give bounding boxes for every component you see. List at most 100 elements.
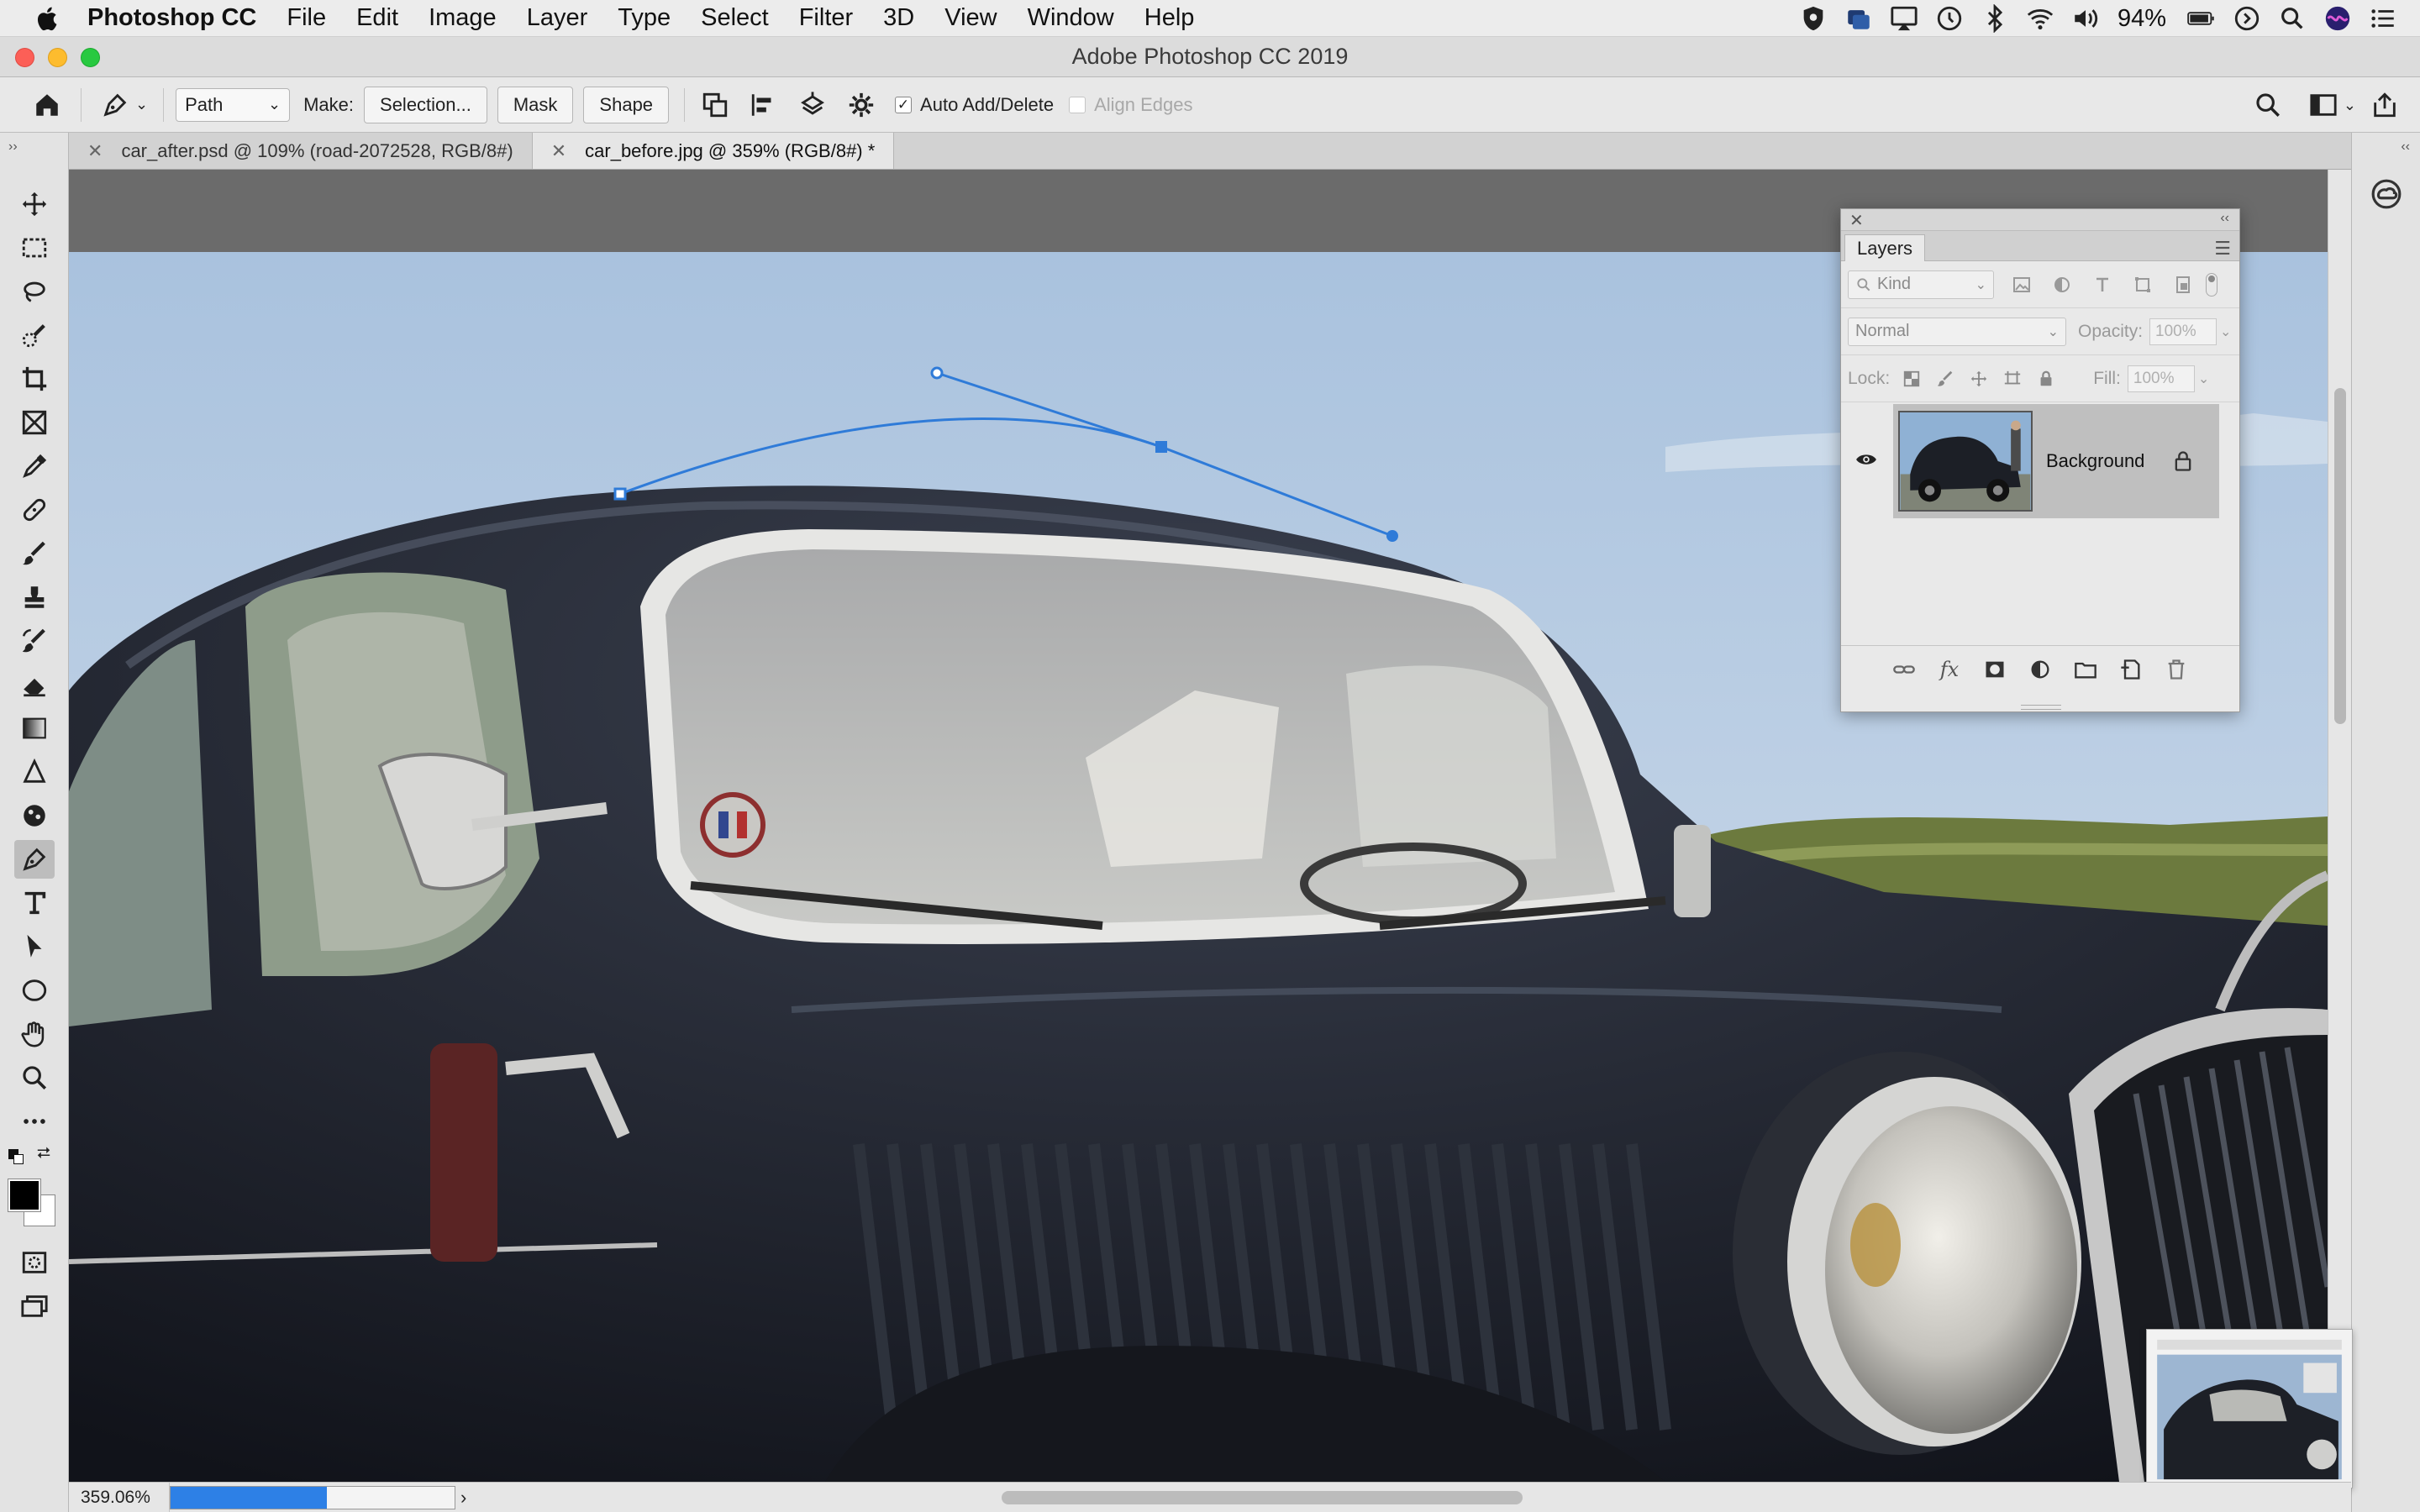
zoom-window-button[interactable] [81,48,100,67]
libraries-icon[interactable] [2367,175,2406,213]
home-icon[interactable] [29,87,66,123]
siri-icon[interactable] [2321,2,2354,35]
menu-select[interactable]: Select [701,4,769,32]
menu-window[interactable]: Window [1028,4,1114,32]
bluetooth-icon[interactable] [1978,2,2012,35]
collapse-panel-icon[interactable]: ‹‹ [2220,211,2229,226]
healing-brush-tool[interactable] [14,491,55,529]
menu-help[interactable]: Help [1144,4,1195,32]
trash-icon[interactable] [2160,654,2193,685]
menu-file[interactable]: File [287,4,326,32]
menu-filter[interactable]: Filter [799,4,853,32]
eraser-tool[interactable] [14,665,55,704]
menu-view[interactable]: View [944,4,997,32]
quick-mask-icon[interactable] [14,1243,55,1282]
eyedropper-tool[interactable] [14,447,55,486]
auto-add-delete-checkbox[interactable]: ✓ Auto Add/Delete [895,94,1054,116]
double-chevron-right-icon[interactable]: ›› [8,139,18,155]
tab-car-after[interactable]: ✕ car_after.psd @ 109% (road-2072528, RG… [69,133,533,169]
share-icon[interactable] [2366,87,2403,123]
filter-type-icon[interactable] [2090,272,2115,297]
foreground-color-swatch[interactable] [8,1179,41,1212]
gradient-tool[interactable] [14,709,55,748]
close-window-button[interactable] [15,48,34,67]
layer-style-fx-icon[interactable]: fx [1933,654,1966,685]
lock-all-icon[interactable] [2034,367,2058,391]
time-machine-icon[interactable] [1933,2,1966,35]
close-panel-icon[interactable]: ✕ [1849,210,1864,231]
close-tab-icon[interactable]: ✕ [551,140,566,162]
notification-center-icon[interactable] [2366,2,2400,35]
chevron-down-icon[interactable]: ⌄ [2198,370,2209,387]
vertical-scrollbar[interactable] [2328,170,2351,1482]
battery-icon[interactable] [2185,2,2218,35]
layer-row-background[interactable]: Background [1893,404,2219,518]
minimize-window-button[interactable] [48,48,67,67]
layer-kind-filter[interactable]: Kind ⌄ [1848,270,1994,299]
path-alignment-icon[interactable] [745,87,782,123]
fill-input[interactable]: 100% [2127,365,2195,392]
search-icon[interactable] [2249,87,2286,123]
more-tools-icon[interactable] [14,1102,55,1141]
lock-transparent-icon[interactable] [1900,367,1923,391]
lock-position-icon[interactable] [1967,367,1991,391]
link-layers-icon[interactable] [1887,654,1921,685]
shield-icon[interactable] [1797,2,1830,35]
double-chevron-left-icon[interactable]: ‹‹ [2401,139,2410,155]
menu-layer[interactable]: Layer [527,4,588,32]
quick-selection-tool[interactable] [14,316,55,354]
filter-shape-icon[interactable] [2130,272,2155,297]
new-adjustment-layer-icon[interactable] [2023,654,2057,685]
panel-resize-gripper[interactable] [2021,705,2061,710]
chevron-down-icon[interactable]: ⌄ [2220,323,2231,340]
path-selection-tool[interactable] [14,927,55,966]
tab-layers[interactable]: Layers [1844,234,1926,261]
airplay-icon[interactable] [1887,2,1921,35]
dodge-tool[interactable] [14,796,55,835]
default-colors-icon[interactable] [8,1149,25,1166]
navigator-preview[interactable] [2146,1329,2353,1488]
creative-cloud-status-icon[interactable] [1842,2,1876,35]
pen-tool-preset-icon[interactable] [97,87,134,123]
chevron-down-icon[interactable]: ⌄ [135,96,148,113]
screen-time-icon[interactable] [2230,2,2264,35]
lock-image-icon[interactable] [1933,367,1957,391]
layers-panel-header[interactable]: ✕ ‹‹ [1841,209,2239,231]
ellipse-tool[interactable] [14,971,55,1010]
filter-pixel-icon[interactable] [2009,272,2034,297]
frame-tool[interactable] [14,403,55,442]
spotlight-search-icon[interactable] [2275,2,2309,35]
type-tool[interactable] [14,884,55,922]
new-layer-icon[interactable] [2114,654,2148,685]
lock-artboard-icon[interactable] [2001,367,2024,391]
screen-mode-icon[interactable] [14,1287,55,1326]
make-shape-button[interactable]: Shape [583,86,670,123]
pen-tool[interactable] [14,840,55,879]
vertical-scroll-thumb[interactable] [2334,388,2346,724]
blend-mode-select[interactable]: Normal ⌄ [1848,317,2066,346]
panel-menu-icon[interactable]: ☰ [2214,238,2231,260]
move-tool[interactable] [14,185,55,223]
filter-smart-object-icon[interactable] [2170,272,2196,297]
horizontal-scroll-thumb[interactable] [1002,1491,1523,1504]
lock-icon[interactable] [2171,449,2195,473]
chevron-right-icon[interactable]: › [460,1487,466,1509]
clone-stamp-tool[interactable] [14,578,55,617]
wifi-icon[interactable] [2023,2,2057,35]
apple-logo-icon[interactable] [34,5,59,32]
opacity-input[interactable]: 100% [2149,318,2217,345]
volume-icon[interactable] [2069,2,2102,35]
close-tab-icon[interactable]: ✕ [87,140,103,162]
path-operations-icon[interactable] [697,87,734,123]
lasso-tool[interactable] [14,272,55,311]
align-edges-checkbox[interactable]: Align Edges [1069,94,1192,116]
pen-mode-select[interactable]: Path ⌄ [176,87,291,122]
zoom-tool[interactable] [14,1058,55,1097]
zoom-level[interactable]: 359.06% [69,1483,170,1512]
eye-icon[interactable] [1851,444,1881,475]
blur-tool[interactable] [14,753,55,791]
make-mask-button[interactable]: Mask [497,86,574,123]
menu-type[interactable]: Type [618,4,671,32]
hand-tool[interactable] [14,1015,55,1053]
chevron-down-icon[interactable]: ⌄ [2344,97,2356,114]
